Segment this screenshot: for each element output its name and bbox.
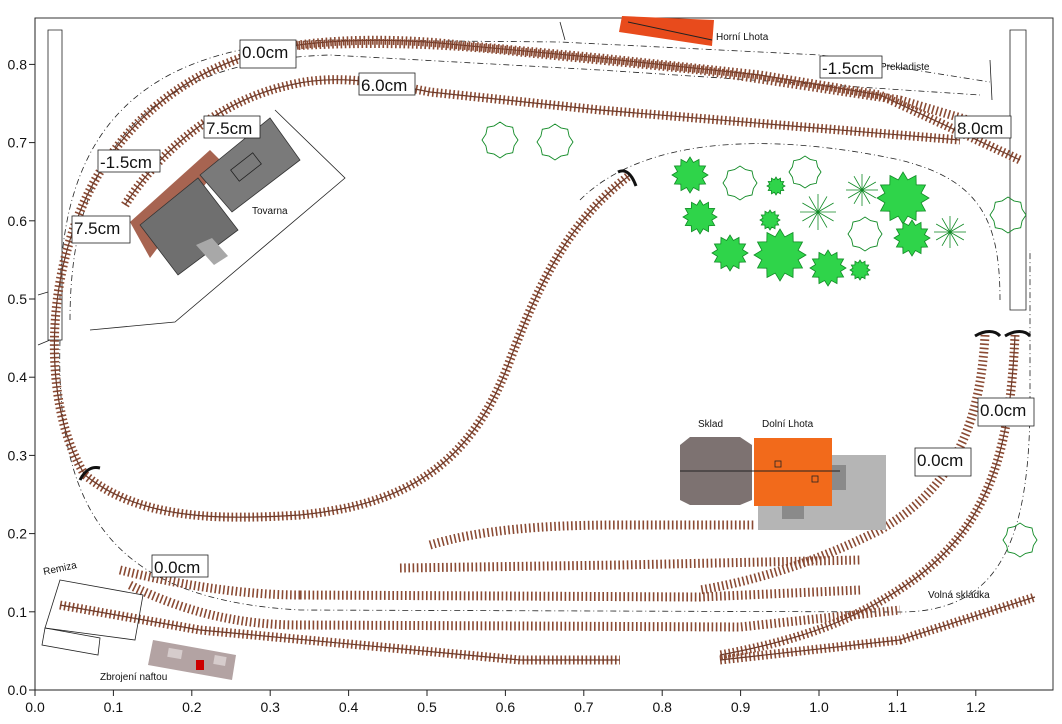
height-label-text: 0.0cm	[980, 401, 1026, 420]
height-label-text: 8.0cm	[957, 119, 1003, 138]
x-tick-label: 0.3	[260, 699, 280, 715]
x-tick-label: 0.5	[417, 699, 437, 715]
height-label-text: 0.0cm	[917, 451, 963, 470]
height-label-text: 0.0cm	[242, 43, 288, 62]
x-tick-label: 1.2	[966, 699, 986, 715]
track-plan-diagram: 0.0 0.1 0.2 0.3 0.4 0.5 0.6 0.7 0.8 0.9 1.0 1.1 1.2 …	[8, 16, 1054, 715]
y-tick-label: 0.5	[8, 291, 28, 307]
y-tick-label: 0.3	[8, 447, 28, 463]
fuel-pump	[196, 660, 204, 670]
x-tick-label: 0.9	[731, 699, 751, 715]
y-tick-label: 0.4	[8, 369, 28, 385]
y-axis-ticks: 0.0 0.1 0.2 0.3 0.4 0.5 0.6 0.7 0.8	[8, 56, 35, 698]
prekladiste-label: Prekladiste	[880, 62, 930, 73]
height-label-box: 7.5cm	[203, 115, 261, 139]
x-tick-label: 0.0	[25, 699, 45, 715]
height-label-box: -1.5cm	[97, 149, 161, 173]
sklad-label: Sklad	[698, 419, 723, 430]
height-label-text: 0.0cm	[154, 558, 200, 577]
dolni-lhota-building	[754, 438, 832, 506]
height-label-box: 8.0cm	[954, 115, 1012, 139]
height-label-text: 7.5cm	[206, 119, 252, 138]
height-label-box: 0.0cm	[914, 447, 972, 477]
y-tick-label: 0.2	[8, 526, 28, 542]
height-label-box: 0.0cm	[151, 554, 209, 578]
x-tick-label: 0.2	[182, 699, 202, 715]
y-tick-label: 0.7	[8, 135, 28, 151]
height-label-box: -1.5cm	[819, 55, 883, 79]
dolni-lhota-label: Dolní Lhota	[762, 419, 814, 430]
volna-skladka-label: Volná skládka	[928, 590, 990, 601]
height-label-box: 7.5cm	[71, 215, 131, 244]
y-tick-label: 0.1	[8, 604, 28, 620]
y-tick-label: 0.0	[8, 682, 28, 698]
x-tick-label: 0.6	[496, 699, 516, 715]
horni-lhota-label: Horní Lhota	[716, 32, 769, 43]
height-label-text: -1.5cm	[100, 153, 152, 172]
height-label-text: -1.5cm	[822, 59, 874, 78]
x-tick-label: 0.1	[104, 699, 124, 715]
tovarna-label: Tovarna	[252, 206, 288, 217]
x-tick-label: 1.1	[888, 699, 908, 715]
x-tick-label: 0.4	[339, 699, 359, 715]
x-tick-label: 1.0	[809, 699, 829, 715]
zbrojeni-naftou-label: Zbrojení naftou	[100, 672, 167, 683]
y-tick-label: 0.6	[8, 213, 28, 229]
height-label-text: 6.0cm	[361, 76, 407, 95]
x-axis-ticks: 0.0 0.1 0.2 0.3 0.4 0.5 0.6 0.7 0.8 0.9 1.0 1.1 1.2	[25, 690, 986, 715]
y-tick-label: 0.8	[8, 56, 28, 72]
x-tick-label: 0.8	[652, 699, 672, 715]
height-label-box: 6.0cm	[358, 72, 416, 96]
height-label-box: 0.0cm	[977, 397, 1035, 427]
height-label-box: 0.0cm	[239, 39, 297, 69]
height-label-text: 7.5cm	[74, 219, 120, 238]
x-tick-label: 0.7	[574, 699, 594, 715]
